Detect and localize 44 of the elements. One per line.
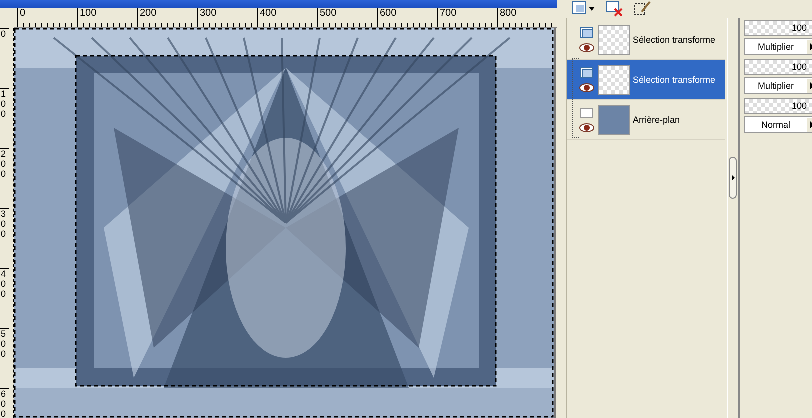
ruler-label: 800 xyxy=(497,8,557,27)
ruler-label: 0 xyxy=(17,8,77,27)
opacity-slider-fill[interactable] xyxy=(745,60,812,74)
layer-name: Sélection transforme xyxy=(633,74,716,84)
ruler-label: 600 xyxy=(0,388,9,418)
ruler-label: 200 xyxy=(137,8,197,27)
eye-icon[interactable] xyxy=(579,122,595,132)
opacity-value: 100 xyxy=(792,22,807,35)
ruler-label: 500 xyxy=(317,8,377,27)
opacity-slider-fill[interactable] xyxy=(745,21,812,35)
layer-row[interactable]: Arrière-plan xyxy=(567,100,725,140)
blend-mode-dropdown[interactable]: Multiplier xyxy=(744,77,812,94)
eye-icon[interactable] xyxy=(579,82,595,92)
ruler-label: 400 xyxy=(257,8,317,27)
ruler-label: 300 xyxy=(0,208,9,268)
ruler-label: 200 xyxy=(0,148,9,208)
ruler-label: 300 xyxy=(197,8,257,27)
ruler-label: 600 xyxy=(377,8,437,27)
brush-icon[interactable] xyxy=(634,1,652,17)
layer-thumbnail xyxy=(598,24,630,54)
raster-layer-icon xyxy=(580,26,594,38)
collapse-handle-icon[interactable] xyxy=(729,157,737,199)
layer-icon[interactable] xyxy=(572,1,596,17)
background-layer-icon xyxy=(580,106,594,118)
ruler-label: 400 xyxy=(0,268,9,328)
layer-row[interactable]: Sélection transforme xyxy=(567,20,725,60)
ruler-label: 100 xyxy=(0,88,9,148)
opacity-slider-fill[interactable] xyxy=(745,99,812,113)
layer-name: Arrière-plan xyxy=(633,114,680,124)
blend-mode-dropdown[interactable]: Multiplier xyxy=(744,38,812,55)
delete-layer-icon[interactable] xyxy=(606,1,624,17)
ruler-label: 500 xyxy=(0,328,9,388)
eye-icon[interactable] xyxy=(579,42,595,52)
ruler-label: 0 xyxy=(0,28,9,88)
raster-layer-icon xyxy=(580,66,594,78)
blend-mode-dropdown[interactable]: Normal xyxy=(744,116,812,133)
ruler-label: 100 xyxy=(77,8,137,27)
layer-row[interactable]: Sélection transforme xyxy=(567,60,725,100)
ruler-label: 700 xyxy=(437,8,497,27)
layer-thumbnail xyxy=(598,64,630,94)
opacity-value: 100 xyxy=(792,61,807,74)
opacity-value: 100 xyxy=(792,100,807,113)
layer-thumbnail xyxy=(598,104,630,134)
layer-name: Sélection transforme xyxy=(633,34,716,44)
